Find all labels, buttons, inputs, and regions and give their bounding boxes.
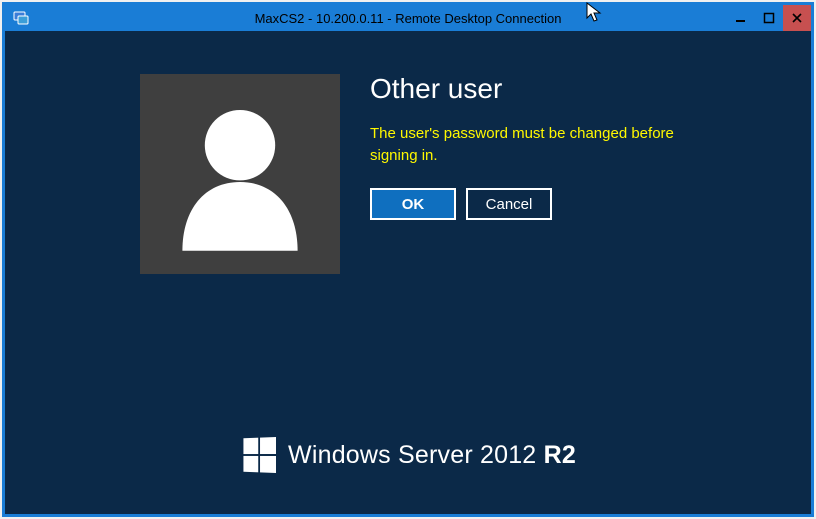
os-name: Windows Server 2012 R2	[288, 441, 576, 470]
logon-right-pane: Other user The user's password must be c…	[370, 74, 710, 274]
dialog-buttons: OK Cancel	[370, 188, 710, 220]
logon-screen: Other user The user's password must be c…	[10, 36, 806, 509]
close-button[interactable]	[783, 5, 811, 31]
cancel-button[interactable]: Cancel	[466, 188, 552, 220]
maximize-button[interactable]	[755, 5, 783, 31]
logon-content: Other user The user's password must be c…	[140, 74, 710, 274]
ok-button[interactable]: OK	[370, 188, 456, 220]
status-message: The user's password must be changed befo…	[370, 123, 710, 167]
os-branding: Windows Server 2012 R2	[10, 437, 806, 473]
minimize-button[interactable]	[727, 5, 755, 31]
client-area: Other user The user's password must be c…	[5, 31, 811, 514]
user-heading: Other user	[370, 74, 710, 105]
rdc-window: MaxCS2 - 10.200.0.11 - Remote Desktop Co…	[2, 2, 814, 517]
titlebar-controls	[727, 5, 811, 31]
titlebar[interactable]: MaxCS2 - 10.200.0.11 - Remote Desktop Co…	[5, 5, 811, 31]
rdc-app-icon	[11, 8, 31, 28]
user-avatar	[140, 74, 340, 274]
windows-logo-icon	[243, 437, 276, 473]
window-title: MaxCS2 - 10.200.0.11 - Remote Desktop Co…	[5, 11, 811, 26]
